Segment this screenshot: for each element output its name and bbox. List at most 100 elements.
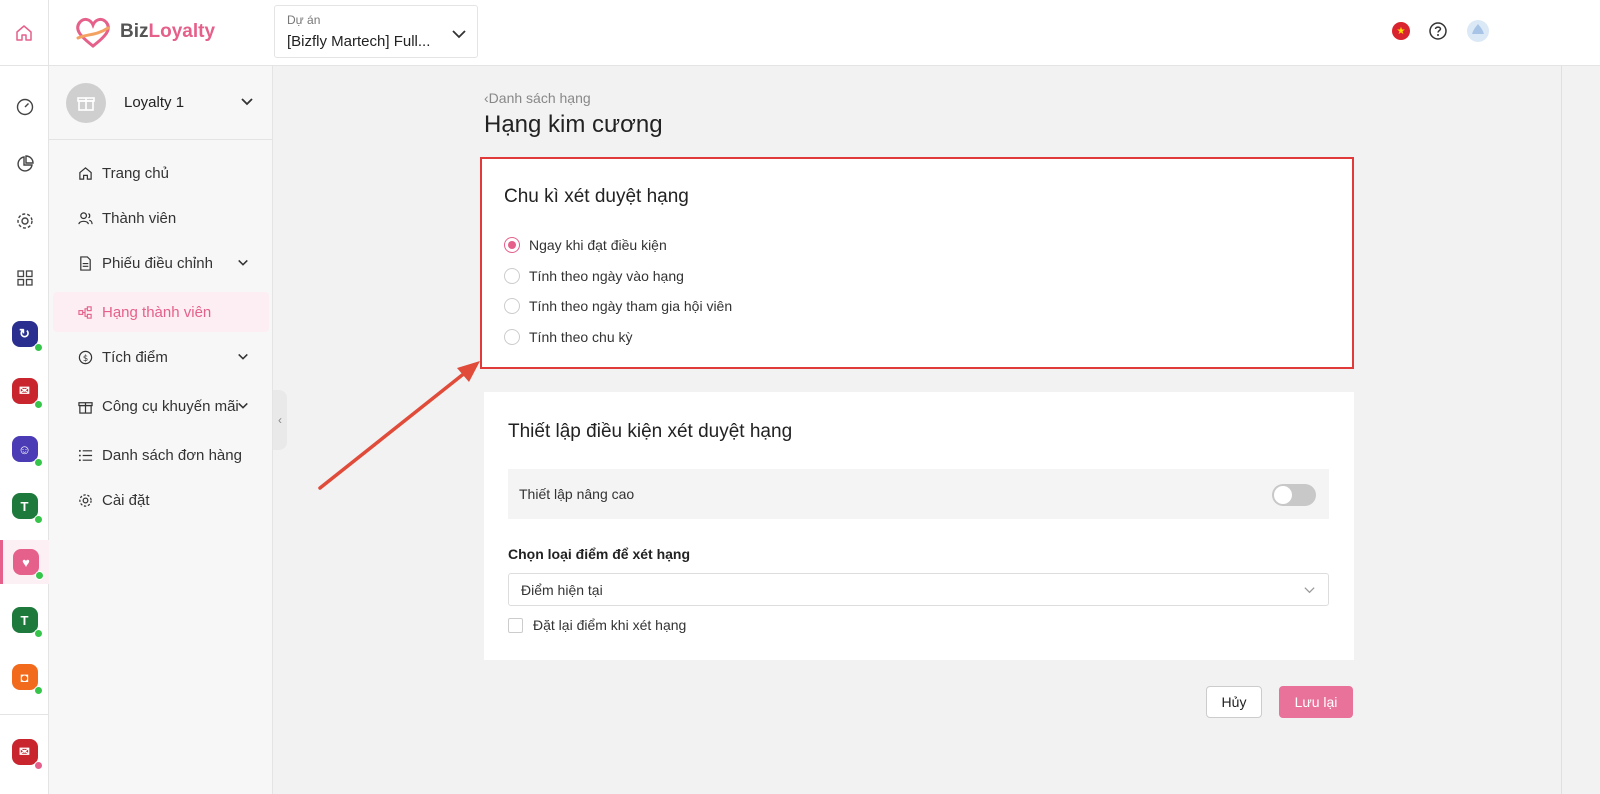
chevron-down-icon — [238, 353, 248, 360]
dollar-icon: $ — [77, 349, 93, 365]
sidebar-item-label: Phiếu điều chỉnh — [102, 254, 213, 272]
cycle-option[interactable]: Tính theo ngày tham gia hội viên — [504, 298, 732, 314]
cancel-button[interactable]: Hủy — [1206, 686, 1262, 718]
project-selector[interactable]: Dự án [Bizfly Martech] Full... — [274, 5, 478, 58]
email-app-icon: ✉ — [11, 378, 43, 409]
app-rail: ↻ ✉ ☺ T ♥ T ◘ ✉ — [0, 66, 49, 794]
sidebar-item-label: Công cụ khuyến mãi — [102, 397, 239, 415]
program-avatar — [66, 82, 106, 123]
add-email-app-icon: ✉ — [11, 739, 43, 770]
sidebar-item-tiers[interactable]: Hạng thành viên — [53, 292, 269, 332]
conditions-title: Thiết lập điều kiện xét duyệt hạng — [508, 421, 793, 442]
chevron-down-icon — [452, 30, 466, 39]
rail-settings[interactable] — [0, 199, 49, 243]
cycle-option-label: Ngay khi đạt điều kiện — [529, 237, 667, 253]
review-cycle-card: Chu kì xét duyệt hạng Ngay khi đạt điều … — [480, 157, 1354, 369]
chevron-down-icon — [1304, 587, 1315, 594]
radio-button[interactable] — [504, 329, 520, 345]
program-name: Loyalty 1 — [124, 94, 185, 111]
radio-button[interactable] — [504, 268, 520, 284]
rail-reports[interactable] — [0, 142, 49, 186]
sidebar-item-home[interactable]: Trang chủ — [49, 153, 269, 193]
radio-button[interactable] — [504, 237, 520, 253]
cycle-option-label: Tính theo ngày tham gia hội viên — [529, 298, 733, 314]
shop-app-icon: ◘ — [11, 664, 43, 695]
reset-points-option[interactable]: Đặt lại điểm khi xét hạng — [508, 617, 686, 633]
chevron-down-icon — [238, 259, 248, 266]
speedometer-icon — [16, 98, 33, 116]
vietnam-flag-icon[interactable]: ★ — [1392, 22, 1410, 40]
rail-app-chatbot[interactable]: ☺ — [0, 427, 49, 471]
advanced-settings-label: Thiết lập nâng cao — [519, 486, 635, 502]
svg-text:$: $ — [82, 352, 87, 362]
gear-icon — [16, 213, 33, 229]
document-icon — [77, 255, 93, 271]
user-avatar-icon[interactable] — [1466, 19, 1490, 43]
gear-icon — [77, 492, 93, 508]
rail-add-app[interactable]: ✉ — [0, 730, 49, 774]
reset-points-checkbox[interactable] — [508, 617, 523, 633]
rail-app-email[interactable]: ✉ — [0, 369, 49, 413]
chatbot-app-icon: ☺ — [11, 436, 43, 467]
cycle-option[interactable]: Tính theo chu kỳ — [504, 329, 633, 345]
landing-app-icon: T — [11, 607, 43, 638]
rail-divider — [0, 714, 49, 715]
review-cycle-title: Chu kì xét duyệt hạng — [504, 186, 689, 207]
points-type-value: Điểm hiện tại — [521, 581, 603, 598]
sidebar-item-adjustments[interactable]: Phiếu điều chỉnh — [49, 243, 269, 283]
reset-points-label: Đặt lại điểm khi xét hạng — [533, 617, 687, 633]
rail-app-loyalty[interactable]: ♥ — [0, 540, 49, 584]
rail-apps[interactable] — [0, 256, 49, 300]
gift-icon — [77, 398, 93, 414]
rail-app-landing[interactable]: T — [0, 598, 49, 642]
cycle-option-label: Tính theo chu kỳ — [529, 329, 633, 345]
save-button[interactable]: Lưu lại — [1279, 686, 1353, 718]
logo-heart-icon — [76, 17, 110, 48]
grid-icon — [16, 270, 33, 286]
rail-dashboard[interactable] — [0, 85, 49, 129]
radio-button[interactable] — [504, 298, 520, 314]
sidebar: Loyalty 1 Trang chủ Thành viên Phiếu điề… — [49, 66, 273, 794]
points-type-select[interactable]: Điểm hiện tại — [508, 573, 1329, 606]
cycle-option[interactable]: Ngay khi đạt điều kiện — [504, 237, 667, 253]
sidebar-item-settings[interactable]: Cài đặt — [49, 480, 269, 520]
sidebar-collapse-button[interactable]: ‹ — [273, 390, 287, 450]
top-bar: BizLoyalty Dự án [Bizfly Martech] Full..… — [0, 0, 1600, 66]
cycle-option-label: Tính theo ngày vào hạng — [529, 268, 684, 284]
list-icon — [77, 447, 93, 463]
sidebar-item-label: Trang chủ — [102, 164, 169, 182]
rail-app-form[interactable]: T — [0, 484, 49, 528]
program-selector[interactable]: Loyalty 1 — [49, 66, 272, 140]
advanced-settings-toggle[interactable] — [1272, 484, 1316, 506]
project-label: Dự án — [287, 13, 321, 27]
loyalty-app-icon: ♥ — [13, 549, 44, 580]
form-app-icon: T — [11, 493, 43, 524]
top-right-actions: ★ — [1392, 19, 1490, 43]
home-icon — [77, 165, 93, 181]
gift-icon — [77, 96, 95, 111]
home-icon — [16, 25, 32, 41]
rail-app-automation[interactable]: ↻ — [0, 312, 49, 356]
sidebar-item-members[interactable]: Thành viên — [49, 198, 269, 238]
conditions-card: Thiết lập điều kiện xét duyệt hạng Thiết… — [484, 392, 1354, 660]
chevron-down-icon — [238, 402, 248, 409]
members-icon — [77, 210, 93, 226]
sidebar-item-label: Hạng thành viên — [102, 303, 212, 321]
cycle-option[interactable]: Tính theo ngày vào hạng — [504, 268, 684, 284]
points-type-label: Chọn loại điểm để xét hạng — [508, 546, 691, 562]
advanced-settings-row: Thiết lập nâng cao — [508, 469, 1329, 519]
app-logo[interactable]: BizLoyalty — [72, 14, 215, 50]
breadcrumb[interactable]: ‹Danh sách hạng — [484, 90, 591, 106]
page-title: Hạng kim cương — [484, 111, 663, 138]
breadcrumb-label: Danh sách hạng — [488, 90, 591, 106]
home-button[interactable] — [0, 0, 49, 66]
help-icon[interactable] — [1428, 21, 1448, 41]
sidebar-item-points[interactable]: $ Tích điểm — [49, 337, 269, 377]
rail-app-shop[interactable]: ◘ — [0, 655, 49, 699]
chevron-left-icon: ‹ — [278, 413, 282, 427]
sidebar-item-orders[interactable]: Danh sách đơn hàng — [49, 435, 269, 475]
scrollbar-track[interactable] — [1561, 66, 1562, 794]
tier-icon — [77, 304, 93, 320]
sidebar-item-label: Thành viên — [102, 209, 177, 227]
sidebar-item-promotions[interactable]: Công cụ khuyến mãi — [49, 386, 269, 426]
